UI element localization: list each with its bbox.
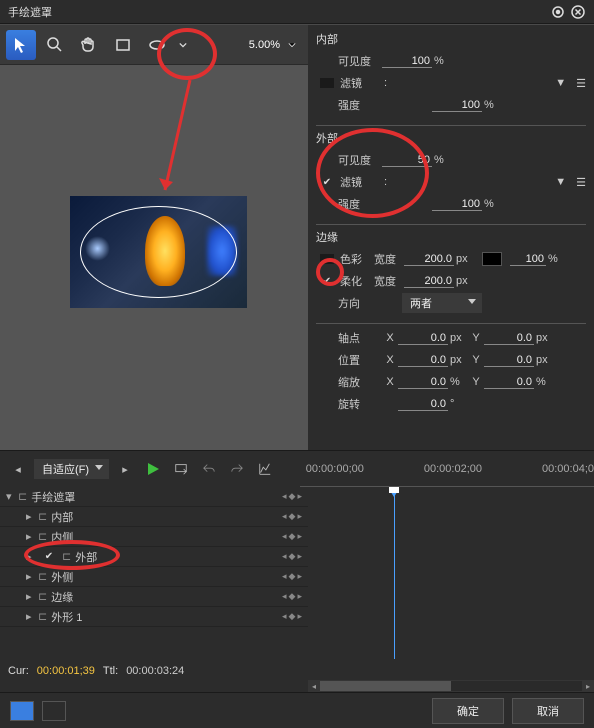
settings-icon[interactable] [550,4,566,20]
pivot-label: 轴点 [338,330,382,346]
mask-ellipse[interactable] [80,206,237,298]
pos-x[interactable]: 0.0 [398,354,448,367]
timeline-tracks-area[interactable] [308,487,594,662]
undo-button[interactable] [197,457,221,481]
inner-filter-toggle[interactable] [320,78,334,88]
current-time: 00:00:01;39 [37,665,95,677]
edge-soften-width[interactable]: 200.0 [404,275,454,288]
time-2: 00:00:02;00 [424,463,482,475]
track-outer-checkbox[interactable] [42,550,56,564]
zoom-tool[interactable] [40,30,70,60]
rotation-label: 旋转 [338,396,382,412]
inner-strength-label: 强度 [338,97,382,113]
mask-toolbar: 5.00% [0,25,308,65]
inner-filter-label: 滤镜 [340,75,384,91]
edge-color-toggle[interactable] [320,254,334,264]
scale-label: 缩放 [338,374,382,390]
total-time: 00:00:03:24 [126,665,184,677]
outer-visibility-value[interactable]: 50 [382,154,432,167]
scroll-right-button[interactable]: ▸ [582,680,594,692]
edge-soften-checkbox[interactable] [320,274,334,288]
edge-color-width[interactable]: 200.0 [404,253,454,266]
edge-color-label: 色彩 [340,251,374,267]
list-icon[interactable]: ☰ [576,77,586,90]
fit-dropdown[interactable]: 自适应(F) [34,459,109,479]
time-4: 00:00:04;0 [542,463,594,475]
filter-icon[interactable]: ▼ [555,176,566,189]
inner-visibility-value[interactable]: 100 [382,55,432,68]
pivot-y[interactable]: 0.0 [484,332,534,345]
ellipse-tool[interactable] [142,30,172,60]
scale-x[interactable]: 0.0 [398,376,448,389]
track-row[interactable]: ▸⊏外部◂◆▸ [0,547,308,567]
ok-button[interactable]: 确定 [432,698,504,724]
rotation-value[interactable]: 0.0 [398,398,448,411]
outer-filter-label: 滤镜 [340,174,384,190]
section-edge: 边缘 [316,229,586,245]
edge-direction-dropdown[interactable]: 两者 [402,293,482,313]
pos-y[interactable]: 0.0 [484,354,534,367]
prev-frame-button[interactable]: ◂ [6,457,30,481]
outer-filter-checkbox[interactable] [320,175,334,189]
section-inner: 内部 [316,31,586,47]
inner-visibility-label: 可见度 [338,53,382,69]
playhead[interactable] [394,489,395,659]
track-row[interactable]: ▾⊏手绘遮罩◂◆▸ [0,487,308,507]
filter-icon[interactable]: ▼ [555,77,566,90]
tool-dropdown[interactable] [176,30,190,60]
edge-color-swatch[interactable] [482,252,502,266]
play-button[interactable] [141,457,165,481]
scale-y[interactable]: 0.0 [484,376,534,389]
outer-strength-value[interactable]: 100 [432,198,482,211]
close-icon[interactable] [570,4,586,20]
edge-soften-label: 柔化 [340,273,374,289]
time-0: 00:00:00;00 [306,463,364,475]
next-frame-button[interactable]: ▸ [113,457,137,481]
track-row[interactable]: ▸⊏外形 1◂◆▸ [0,607,308,627]
pivot-x[interactable]: 0.0 [398,332,448,345]
window-title: 手绘遮罩 [8,4,546,20]
cancel-button[interactable]: 取消 [512,698,584,724]
track-row[interactable]: ▸⊏内侧◂◆▸ [0,527,308,547]
scrollbar-h[interactable] [320,681,582,691]
outer-visibility-label: 可见度 [338,152,382,168]
outer-strength-label: 强度 [338,196,382,212]
redo-button[interactable] [225,457,249,481]
edge-color-pct[interactable]: 100 [510,253,546,266]
pointer-tool[interactable] [6,30,36,60]
preview-canvas[interactable] [0,65,308,450]
zoom-level[interactable]: 5.00% [249,39,302,51]
pan-tool[interactable] [74,30,104,60]
edge-direction-label: 方向 [338,295,372,311]
loop-button[interactable] [169,457,193,481]
preview-panel: 5.00% [0,25,308,450]
scroll-left-button[interactable]: ◂ [308,680,320,692]
inner-strength-value[interactable]: 100 [432,99,482,112]
view-mode-a[interactable] [10,701,34,721]
track-row[interactable]: ▸⊏内部◂◆▸ [0,507,308,527]
position-label: 位置 [338,352,382,368]
track-row[interactable]: ▸⊏边缘◂◆▸ [0,587,308,607]
view-mode-b[interactable] [42,701,66,721]
track-row[interactable]: ▸⊏外侧◂◆▸ [0,567,308,587]
rect-tool[interactable] [108,30,138,60]
track-list: ▾⊏手绘遮罩◂◆▸ ▸⊏内部◂◆▸ ▸⊏内侧◂◆▸ ▸⊏外部◂◆▸ ▸⊏外侧◂◆… [0,487,308,662]
timeline-ruler[interactable]: 00:00:00;00 00:00:02;00 00:00:04;0 [300,451,594,487]
edge-width-label: 宽度 [374,251,404,267]
section-outer: 外部 [316,130,586,146]
graph-button[interactable] [253,457,277,481]
properties-panel: 内部 可见度 100 % 滤镜 : ▼☰ 强度 100 % 外部 可见 [308,25,594,450]
list-icon[interactable]: ☰ [576,176,586,189]
timeline-panel: ◂ 自适应(F) ▸ 00:00:00;00 00:00:02;00 00:00… [0,450,594,692]
